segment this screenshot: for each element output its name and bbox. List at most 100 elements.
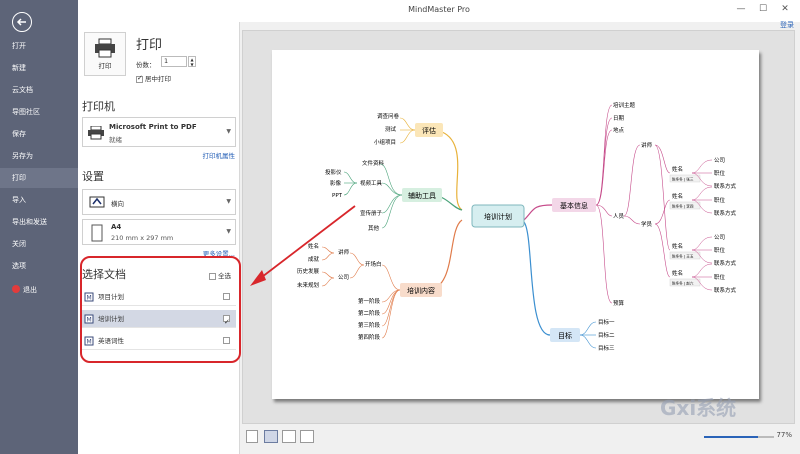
printer-name: Microsoft Print to PDF [109, 123, 197, 131]
mindmap-label: 基本信息 [560, 201, 588, 210]
orientation-dropdown[interactable]: 横向 ▼ [82, 189, 236, 215]
sidebar-item-community[interactable]: 导图社区 [0, 102, 78, 122]
full-view-button[interactable] [300, 430, 314, 443]
paper-name: A4 [111, 223, 122, 231]
fit-width-view-button[interactable] [264, 430, 278, 443]
mindmap-label: 职位 [714, 246, 726, 254]
mindmap-label: 目标二 [598, 331, 615, 339]
mindmap-label: 其他 [368, 224, 380, 232]
mindmap-label: 视频工具 [360, 179, 383, 187]
mindmap-label: 影像 [330, 179, 342, 187]
mindmap-label: 小组项目 [374, 138, 396, 146]
mindmap-label: 联系方式 [714, 286, 737, 294]
sidebar-item-open[interactable]: 打开 [0, 36, 78, 56]
mindmap-label: 职位 [714, 169, 726, 177]
mindmap-label: 职位 [714, 273, 726, 281]
person-group: 姓名 陈冬冬 | 王五 公司 职位 联系方式 [669, 234, 737, 267]
center-print-checkbox[interactable] [136, 74, 143, 83]
mindmap-label: 第一阶段 [358, 297, 381, 305]
mindmap-label: 联系方式 [714, 209, 737, 217]
copies-input[interactable]: 1 [161, 56, 187, 67]
mindmap-label: 日期 [613, 115, 625, 122]
mindmap-label: 评估 [422, 126, 436, 135]
printer-dropdown[interactable]: Microsoft Print to PDF 就绪 ▼ [82, 117, 236, 147]
mindmap-label: 目标三 [598, 344, 615, 352]
close-button[interactable]: ✕ [778, 3, 792, 15]
copies-label: 份数： [136, 61, 156, 69]
mindmap-label: 姓名 [672, 165, 683, 173]
sidebar-item-exit[interactable]: 退出 [0, 280, 78, 300]
printer-status: 就绪 [109, 136, 122, 144]
mindmap-label: 陈冬冬 | 张三 [672, 177, 694, 182]
sidebar-item-save[interactable]: 保存 [0, 124, 78, 144]
zoom-slider[interactable] [704, 436, 774, 438]
mindmap-label: 姓名 [672, 269, 683, 277]
person-group: 姓名 陈冬冬 | 赵六 职位 联系方式 [669, 263, 737, 294]
chevron-down-icon: ▼ [226, 228, 231, 235]
mindmap-label: 公司 [714, 234, 725, 241]
printer-icon [88, 126, 104, 140]
landscape-icon [89, 196, 105, 208]
login-link[interactable]: 登录 [780, 20, 794, 30]
preview-page: 培训计划 评估 调查问卷 测试 小组项目 辅助工具 文件资料 视频工具 宣传册子… [272, 50, 759, 399]
mindmap-label: 第四阶段 [358, 333, 381, 341]
print-button-label: 打印 [98, 62, 112, 70]
mindmap-label: 陈冬冬 | 赵六 [672, 281, 694, 286]
mindmap-label: 历史发展 [297, 267, 320, 275]
fit-page-view-button[interactable] [282, 430, 296, 443]
print-button[interactable]: 打印 [84, 32, 126, 76]
mindmap-label: 姓名 [672, 192, 683, 200]
person-group: 姓名 陈冬冬 | 张三 公司 职位 联系方式 [669, 157, 737, 190]
mindmap-label: 投影仪 [325, 168, 342, 176]
person-group: 姓名 陈冬冬 | 李四 职位 联系方式 [669, 186, 737, 217]
paper-size-dropdown[interactable]: A4 210 mm x 297 mm ▼ [82, 219, 236, 245]
mindmap-label: 宣传册子 [360, 209, 383, 217]
mindmap-label: 地点 [613, 126, 625, 134]
mindmap-label: 人员 [613, 213, 625, 220]
sidebar-item-export-send[interactable]: 导出和发送 [0, 212, 78, 232]
sidebar-item-options[interactable]: 选项 [0, 256, 78, 276]
copies-stepper[interactable]: ▲ ▼ [188, 56, 196, 67]
highlight-annotation [80, 256, 241, 363]
sidebar-item-new[interactable]: 新建 [0, 58, 78, 78]
mindmap-label: 第二阶段 [358, 309, 381, 317]
print-preview[interactable]: 培训计划 评估 调查问卷 测试 小组项目 辅助工具 文件资料 视频工具 宣传册子… [242, 30, 795, 424]
mindmap-label: 讲师 [641, 141, 653, 149]
mindmap-label: 调查问卷 [377, 112, 400, 120]
sidebar-item-save-as[interactable]: 另存为 [0, 146, 78, 166]
back-arrow-icon [16, 18, 26, 26]
chevron-down-icon: ▼ [226, 198, 231, 205]
mindmap-label: PPT [332, 193, 343, 199]
sidebar-item-print[interactable]: 打印 [0, 168, 78, 188]
minimize-button[interactable]: — [734, 3, 748, 15]
sidebar-item-exit-label: 退出 [23, 286, 37, 294]
sidebar-item-cloud-docs[interactable]: 云文档 [0, 80, 78, 100]
paper-icon [91, 224, 103, 242]
mindmap-label: 讲师 [338, 248, 350, 256]
center-print-label: 居中打印 [145, 75, 171, 83]
printer-properties-link[interactable]: 打印机属性 [203, 150, 236, 160]
mindmap-label: 陈冬冬 | 王五 [672, 254, 694, 259]
mindmap-label: 姓名 [308, 242, 319, 250]
mindmap-center-label: 培训计划 [484, 212, 512, 221]
back-button[interactable] [12, 12, 32, 32]
maximize-button[interactable]: ☐ [756, 3, 770, 15]
sidebar-item-import[interactable]: 导入 [0, 190, 78, 210]
settings-section-title: 设置 [82, 170, 104, 183]
mindmap-label: 公司 [338, 274, 349, 281]
zoom-level: 77% [776, 431, 792, 439]
print-heading: 打印 [136, 38, 163, 53]
paper-dimensions: 210 mm x 297 mm [111, 234, 174, 242]
sidebar-item-close[interactable]: 关闭 [0, 234, 78, 254]
mindmap-label: 公司 [714, 157, 725, 164]
single-page-view-button[interactable] [246, 430, 258, 443]
mindmap-label: 未来规划 [297, 281, 319, 289]
zoom-slider-fill [704, 436, 758, 438]
mindmap-preview: 培训计划 评估 调查问卷 测试 小组项目 辅助工具 文件资料 视频工具 宣传册子… [297, 101, 737, 352]
chevron-down-icon: ▼ [226, 128, 231, 135]
mindmap-label: 开场白 [365, 260, 382, 268]
center-print-option[interactable]: 居中打印 [136, 73, 171, 83]
window-title: MindMaster Pro [408, 5, 470, 14]
mindmap-label: 陈冬冬 | 李四 [672, 204, 694, 209]
mindmap-label: 第三阶段 [358, 321, 381, 329]
